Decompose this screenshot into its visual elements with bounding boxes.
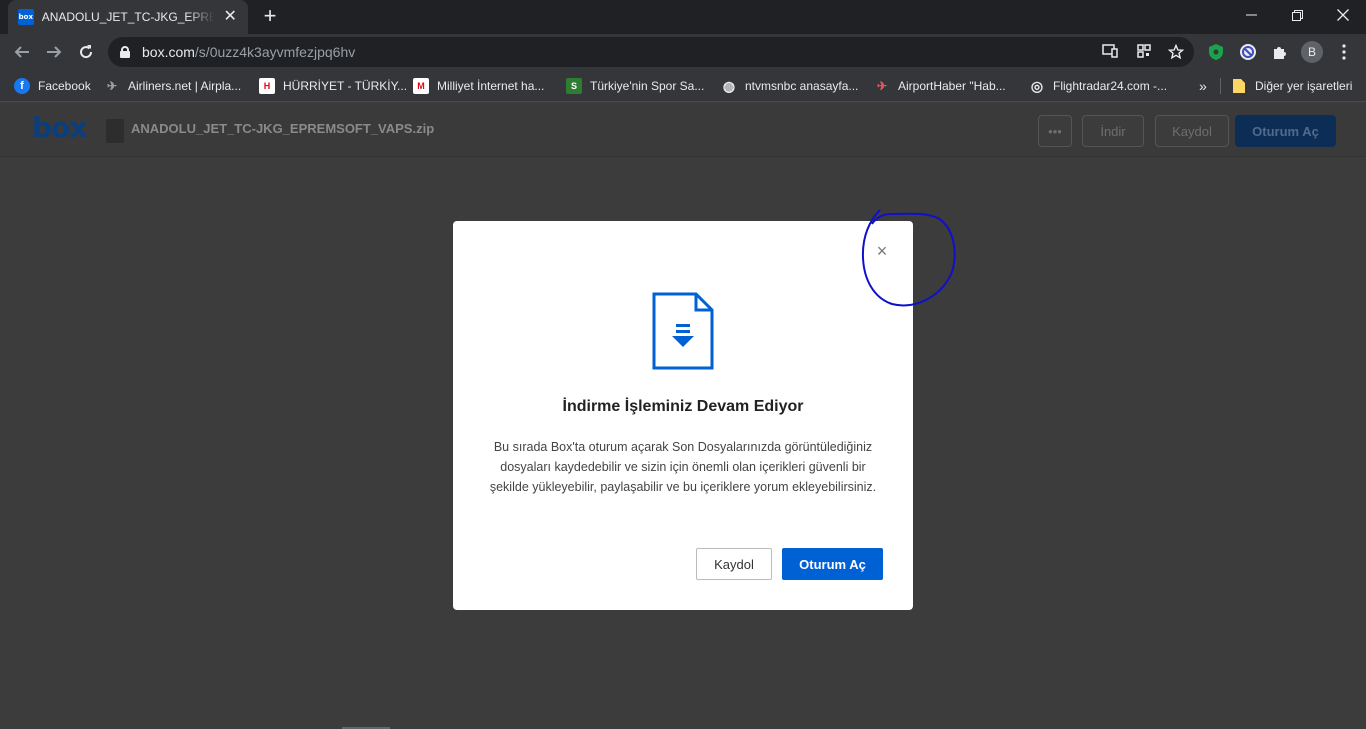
kebab-menu-icon[interactable] xyxy=(1334,42,1354,62)
download-button[interactable]: İndir xyxy=(1082,115,1144,147)
more-options-button[interactable]: ••• xyxy=(1038,115,1072,147)
close-window-button[interactable] xyxy=(1320,0,1366,30)
restore-icon xyxy=(1291,9,1303,21)
spor-icon: S xyxy=(566,78,582,94)
arrow-left-icon xyxy=(14,46,29,58)
facebook-icon: f xyxy=(14,78,30,94)
box-logo: box xyxy=(32,111,87,144)
tab-close-icon[interactable]: ✕ xyxy=(222,9,238,25)
browser-toolbar: box.com/s/0uzz4k3ayvmfezjpq6hv B xyxy=(0,34,1366,70)
modal-title: İndirme İşleminiz Devam Ediyor xyxy=(562,398,804,415)
new-tab-button[interactable]: + xyxy=(258,5,282,29)
globe-icon: ◍ xyxy=(722,77,736,94)
modal-close-button[interactable]: × xyxy=(874,242,890,260)
bookmark-spor[interactable]: S Türkiye'nin Spor Sa... xyxy=(566,76,704,96)
bookmark-ntvmsnbc[interactable]: ◍ ntvmsnbc anasayfa... xyxy=(721,76,859,96)
file-download-icon xyxy=(652,292,714,370)
bookmark-label: Airliners.net | Airpla... xyxy=(128,79,242,93)
bookmark-label: Flightradar24.com -... xyxy=(1053,79,1168,93)
bookmark-label: ntvmsnbc anasayfa... xyxy=(745,79,859,93)
reload-button[interactable] xyxy=(72,38,100,66)
browser-tab[interactable]: box ANADOLU_JET_TC-JKG_EPREMSOFT_VAPS.zi… xyxy=(8,0,248,34)
modal-signup-button[interactable]: Kaydol xyxy=(696,548,772,580)
other-bookmarks-label: Diğer yer işaretleri xyxy=(1255,79,1353,93)
reload-icon xyxy=(80,45,93,59)
minimize-icon xyxy=(1245,14,1257,16)
bookmark-label: AirportHaber "Hab... xyxy=(898,79,1006,93)
header-signup-button[interactable]: Kaydol xyxy=(1155,115,1229,147)
lock-icon xyxy=(120,46,130,58)
bookmark-facebook[interactable]: f Facebook xyxy=(14,76,91,96)
browser-tab-bar: box ANADOLU_JET_TC-JKG_EPREMSOFT_VAPS.zi… xyxy=(0,0,1366,34)
airliners-icon: ✈ xyxy=(106,79,118,93)
restore-button[interactable] xyxy=(1274,0,1320,30)
close-icon xyxy=(1337,9,1349,21)
download-in-progress-modal: × İndirme İşleminiz Devam Ediyor Bu sıra… xyxy=(453,221,913,610)
box-favicon-icon: box xyxy=(18,9,34,25)
url-host: box.com xyxy=(142,44,195,60)
block-extension-icon[interactable] xyxy=(1238,42,1258,62)
bookmarks-bar: f Facebook ✈ Airliners.net | Airpla... H… xyxy=(0,70,1366,102)
airporthaber-icon: ✈ xyxy=(876,79,888,93)
modal-login-button[interactable]: Oturum Aç xyxy=(782,548,883,580)
bookmarks-overflow-button[interactable]: » xyxy=(1199,76,1207,96)
shield-extension-icon[interactable] xyxy=(1206,42,1226,62)
header-login-button[interactable]: Oturum Aç xyxy=(1235,115,1336,147)
other-bookmarks[interactable]: Diğer yer işaretleri xyxy=(1232,76,1352,96)
bookmark-hurriyet[interactable]: H HÜRRİYET - TÜRKİY... xyxy=(259,76,407,96)
bookmark-airporthaber[interactable]: ✈ AirportHaber "Hab... xyxy=(874,76,1006,96)
bookmark-label: Facebook xyxy=(38,79,91,93)
arrow-right-icon xyxy=(47,46,62,58)
milliyet-icon: M xyxy=(413,78,429,94)
profile-avatar[interactable]: B xyxy=(1301,41,1323,63)
forward-button[interactable] xyxy=(40,38,68,66)
bookmarks-divider xyxy=(1220,78,1221,94)
file-name: ANADOLU_JET_TC-JKG_EPREMSOFT_VAPS.zip xyxy=(131,121,435,136)
bookmark-label: Milliyet İnternet ha... xyxy=(437,79,545,93)
bookmark-airliners[interactable]: ✈ Airliners.net | Airpla... xyxy=(104,76,241,96)
puzzle-extensions-icon[interactable] xyxy=(1270,42,1290,62)
back-button[interactable] xyxy=(8,38,36,66)
star-icon[interactable] xyxy=(1167,43,1185,60)
box-header: box ANADOLU_JET_TC-JKG_EPREMSOFT_VAPS.zi… xyxy=(0,103,1366,157)
hurriyet-icon: H xyxy=(259,78,275,94)
minimize-button[interactable] xyxy=(1228,0,1274,30)
qr-code-icon[interactable] xyxy=(1136,44,1152,60)
bookmark-label: HÜRRİYET - TÜRKİY... xyxy=(283,79,408,93)
bookmark-label: Türkiye'nin Spor Sa... xyxy=(590,79,705,93)
modal-body: Bu sırada Box'ta oturum açarak Son Dosya… xyxy=(489,440,877,494)
folder-icon xyxy=(1233,79,1245,93)
zip-file-icon xyxy=(106,119,124,143)
cast-icon[interactable] xyxy=(1102,44,1118,60)
url-path: /s/0uzz4k3ayvmfezjpq6hv xyxy=(194,44,356,60)
address-bar[interactable]: box.com/s/0uzz4k3ayvmfezjpq6hv xyxy=(108,37,1194,67)
tab-title: ANADOLU_JET_TC-JKG_EPREMSOFT_VAPS.zip xyxy=(41,10,215,24)
bookmark-milliyet[interactable]: M Milliyet İnternet ha... xyxy=(413,76,544,96)
flightradar-icon: ◎ xyxy=(1030,77,1044,94)
bookmark-flightradar[interactable]: ◎ Flightradar24.com -... xyxy=(1029,76,1167,96)
